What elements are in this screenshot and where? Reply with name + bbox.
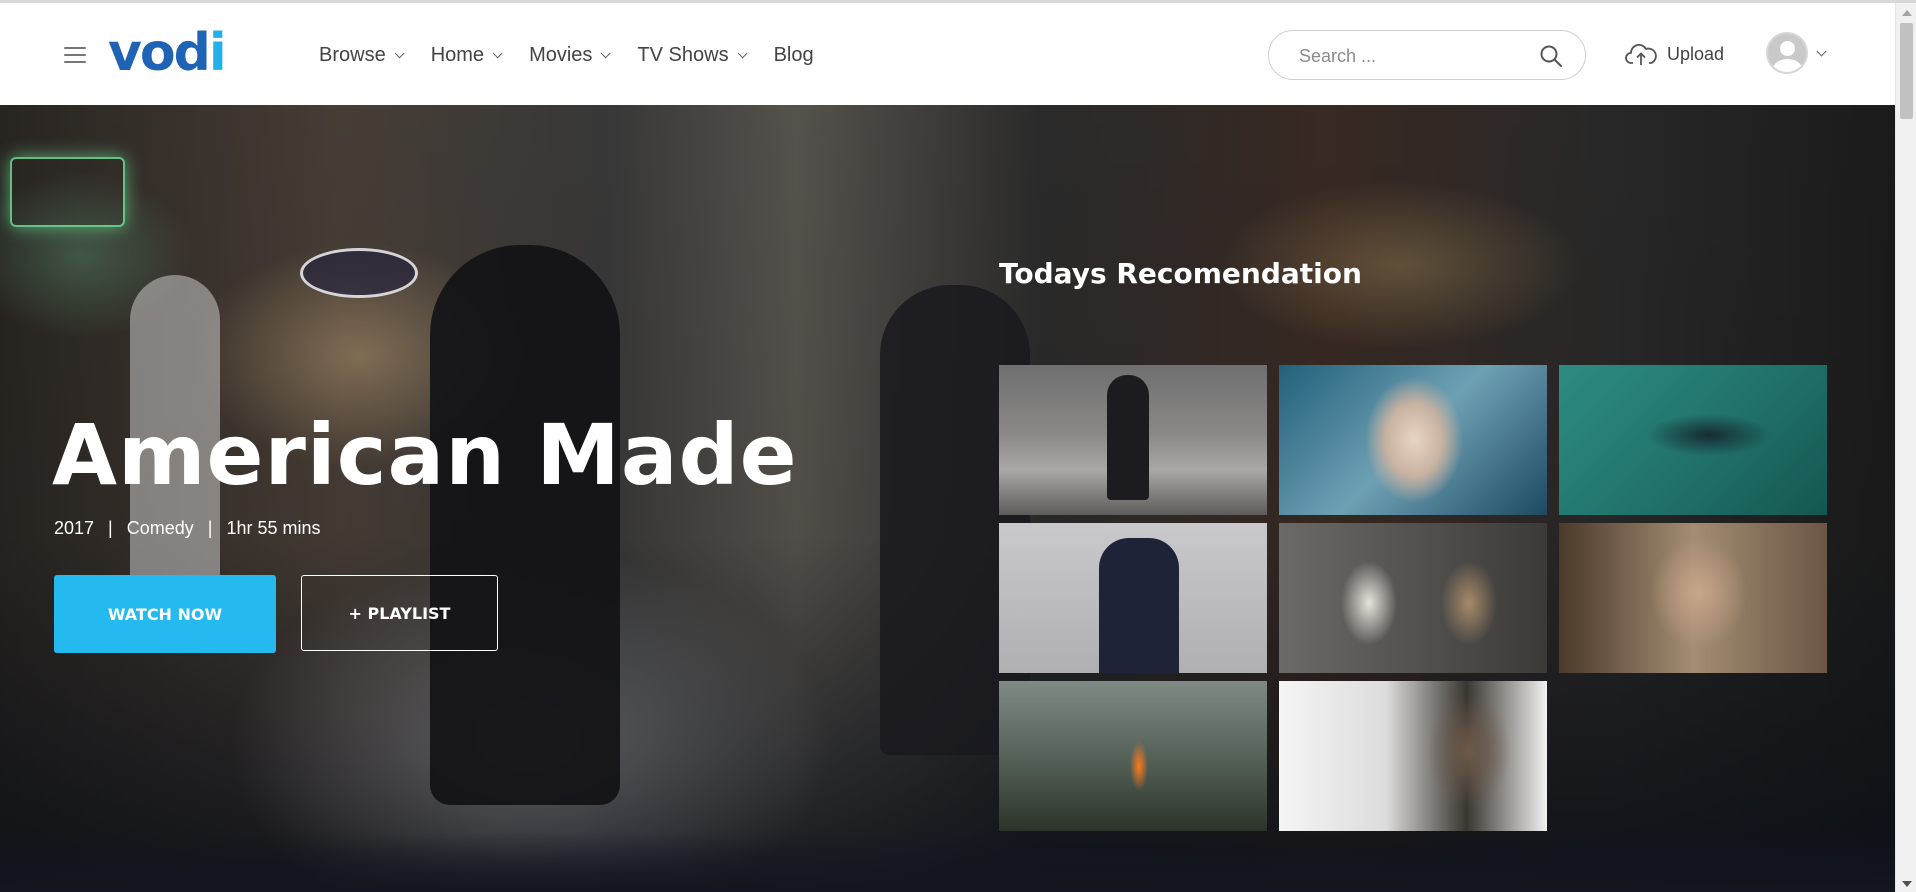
nav-label: Browse — [319, 44, 386, 66]
nav-item-browse[interactable]: Browse — [319, 41, 405, 69]
site-header: vodi Browse Home Movies TV Shows Blog Up… — [0, 3, 1895, 105]
search-icon[interactable] — [1539, 44, 1563, 68]
chevron-down-icon — [394, 47, 405, 58]
hero-banner: American Made 2017 | Comedy | 1hr 55 min… — [0, 105, 1895, 892]
main-nav: Browse Home Movies TV Shows Blog — [319, 41, 844, 69]
hero-meta: 2017 | Comedy | 1hr 55 mins — [54, 518, 321, 539]
add-playlist-button[interactable]: + PLAYLIST — [301, 575, 498, 651]
hero-title: American Made — [52, 406, 798, 504]
site-logo[interactable]: vodi — [108, 23, 227, 83]
nav-label: Blog — [773, 44, 814, 66]
recommendation-tile-man-beard-trees[interactable] — [1279, 681, 1547, 831]
recommendations-grid — [999, 365, 1827, 831]
nav-label: Home — [430, 44, 485, 66]
recommendation-tile-street-snow[interactable] — [999, 365, 1267, 515]
nav-item-home[interactable]: Home — [430, 41, 503, 69]
nav-item-movies[interactable]: Movies — [529, 41, 611, 69]
recommendations-title: Todays Recomendation — [999, 257, 1362, 290]
hero-bottom-fade — [0, 832, 1895, 892]
logo-text: vod — [108, 23, 211, 83]
chevron-down-icon — [1816, 46, 1827, 56]
page-scrollbar[interactable] — [1895, 3, 1916, 892]
hero-genre[interactable]: Comedy — [127, 518, 194, 539]
scroll-down-arrow-icon[interactable] — [1902, 881, 1912, 887]
meta-separator: | — [207, 518, 213, 538]
scroll-up-arrow-icon[interactable] — [1902, 10, 1912, 16]
watch-now-button[interactable]: WATCH NOW — [54, 575, 276, 653]
hero-background-figure — [430, 245, 620, 805]
recommendation-tile-girl-broken-glass[interactable] — [1279, 365, 1547, 515]
scrollbar-thumb[interactable] — [1900, 23, 1913, 119]
recommendation-tile-man-top-hat[interactable] — [999, 523, 1267, 673]
nav-item-tv-shows[interactable]: TV Shows — [637, 41, 748, 69]
chevron-down-icon — [492, 47, 503, 58]
cloud-upload-icon — [1625, 43, 1657, 65]
chevron-down-icon — [737, 47, 748, 58]
chevron-down-icon — [601, 47, 611, 58]
upload-label: Upload — [1667, 43, 1725, 64]
hero-background-shop-sign — [300, 248, 418, 298]
hero-year: 2017 — [54, 518, 95, 538]
avatar-icon — [1766, 32, 1808, 74]
recommendation-tile-girl-orange-coat-forest[interactable] — [999, 681, 1267, 831]
search-box — [1268, 30, 1586, 80]
account-menu[interactable] — [1766, 32, 1827, 74]
meta-separator: | — [108, 518, 113, 538]
hamburger-menu-icon[interactable] — [64, 47, 86, 63]
logo-accent-text: i — [208, 23, 227, 83]
recommendation-tile-children-book-teddy[interactable] — [1279, 523, 1547, 673]
nav-item-blog[interactable]: Blog — [774, 41, 814, 69]
hero-duration: 1hr 55 mins — [226, 518, 321, 538]
nav-label: Movies — [529, 44, 593, 66]
upload-button[interactable]: Upload — [1625, 42, 1724, 66]
nav-label: TV Shows — [637, 44, 729, 66]
search-input[interactable] — [1299, 43, 1529, 69]
hero-background-neon-sign — [10, 157, 125, 227]
recommendation-tile-man-sofa[interactable] — [1559, 523, 1827, 673]
recommendation-tile-underwater-dancer[interactable] — [1559, 365, 1827, 515]
